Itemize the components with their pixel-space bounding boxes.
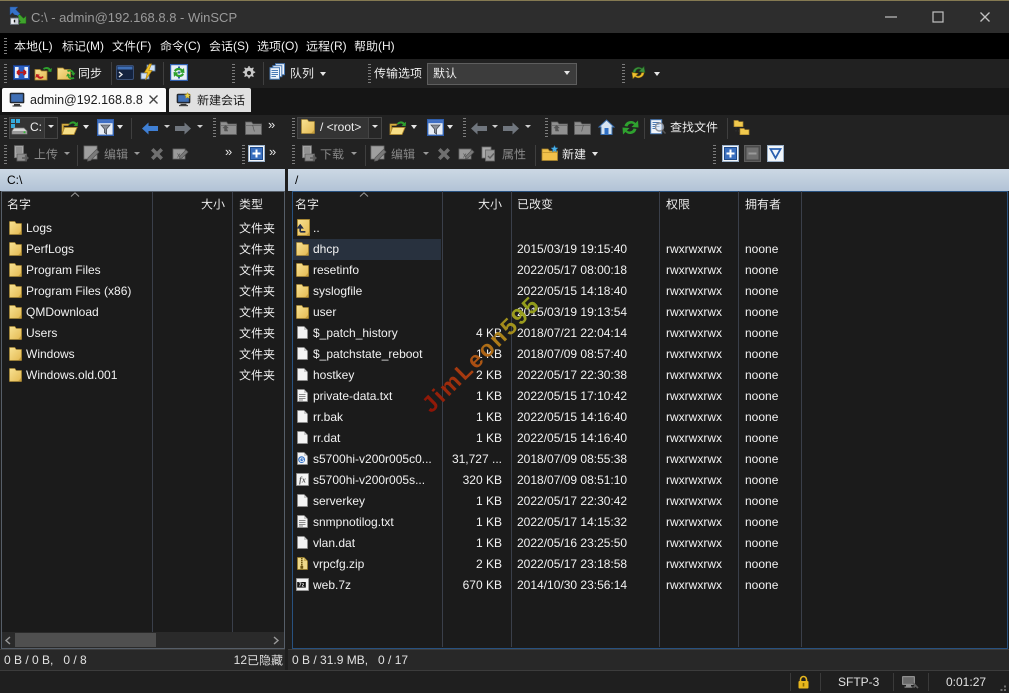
svg-text:G: G	[299, 457, 304, 464]
svg-text:7z: 7z	[299, 583, 305, 589]
svg-text:fx: fx	[299, 475, 306, 484]
